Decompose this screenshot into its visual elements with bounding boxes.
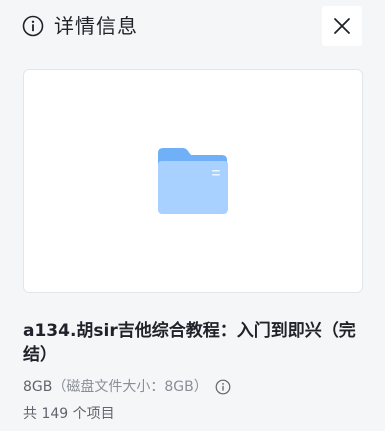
info-circle-icon bbox=[22, 15, 44, 37]
file-size: 8GB bbox=[23, 379, 53, 395]
size-info-icon[interactable] bbox=[215, 379, 231, 395]
folder-icon bbox=[156, 147, 230, 215]
disk-size-detail: （磁盘文件大小：8GB） bbox=[52, 379, 208, 395]
close-button[interactable] bbox=[322, 6, 362, 46]
close-icon bbox=[333, 17, 351, 35]
panel-header: 详情信息 bbox=[22, 12, 138, 40]
size-line: 8GB （磁盘文件大小：8GB） bbox=[23, 377, 231, 397]
file-name: a134.胡sir吉他综合教程：入门到即兴（完结） bbox=[23, 321, 356, 365]
preview-card bbox=[23, 69, 363, 293]
details-panel: 详情信息 a134.胡sir吉他综合教程：入门到即兴（完结） 8GB （磁盘文件… bbox=[0, 0, 385, 431]
item-count: 共 149 个项目 bbox=[23, 406, 115, 422]
panel-title: 详情信息 bbox=[54, 14, 138, 38]
